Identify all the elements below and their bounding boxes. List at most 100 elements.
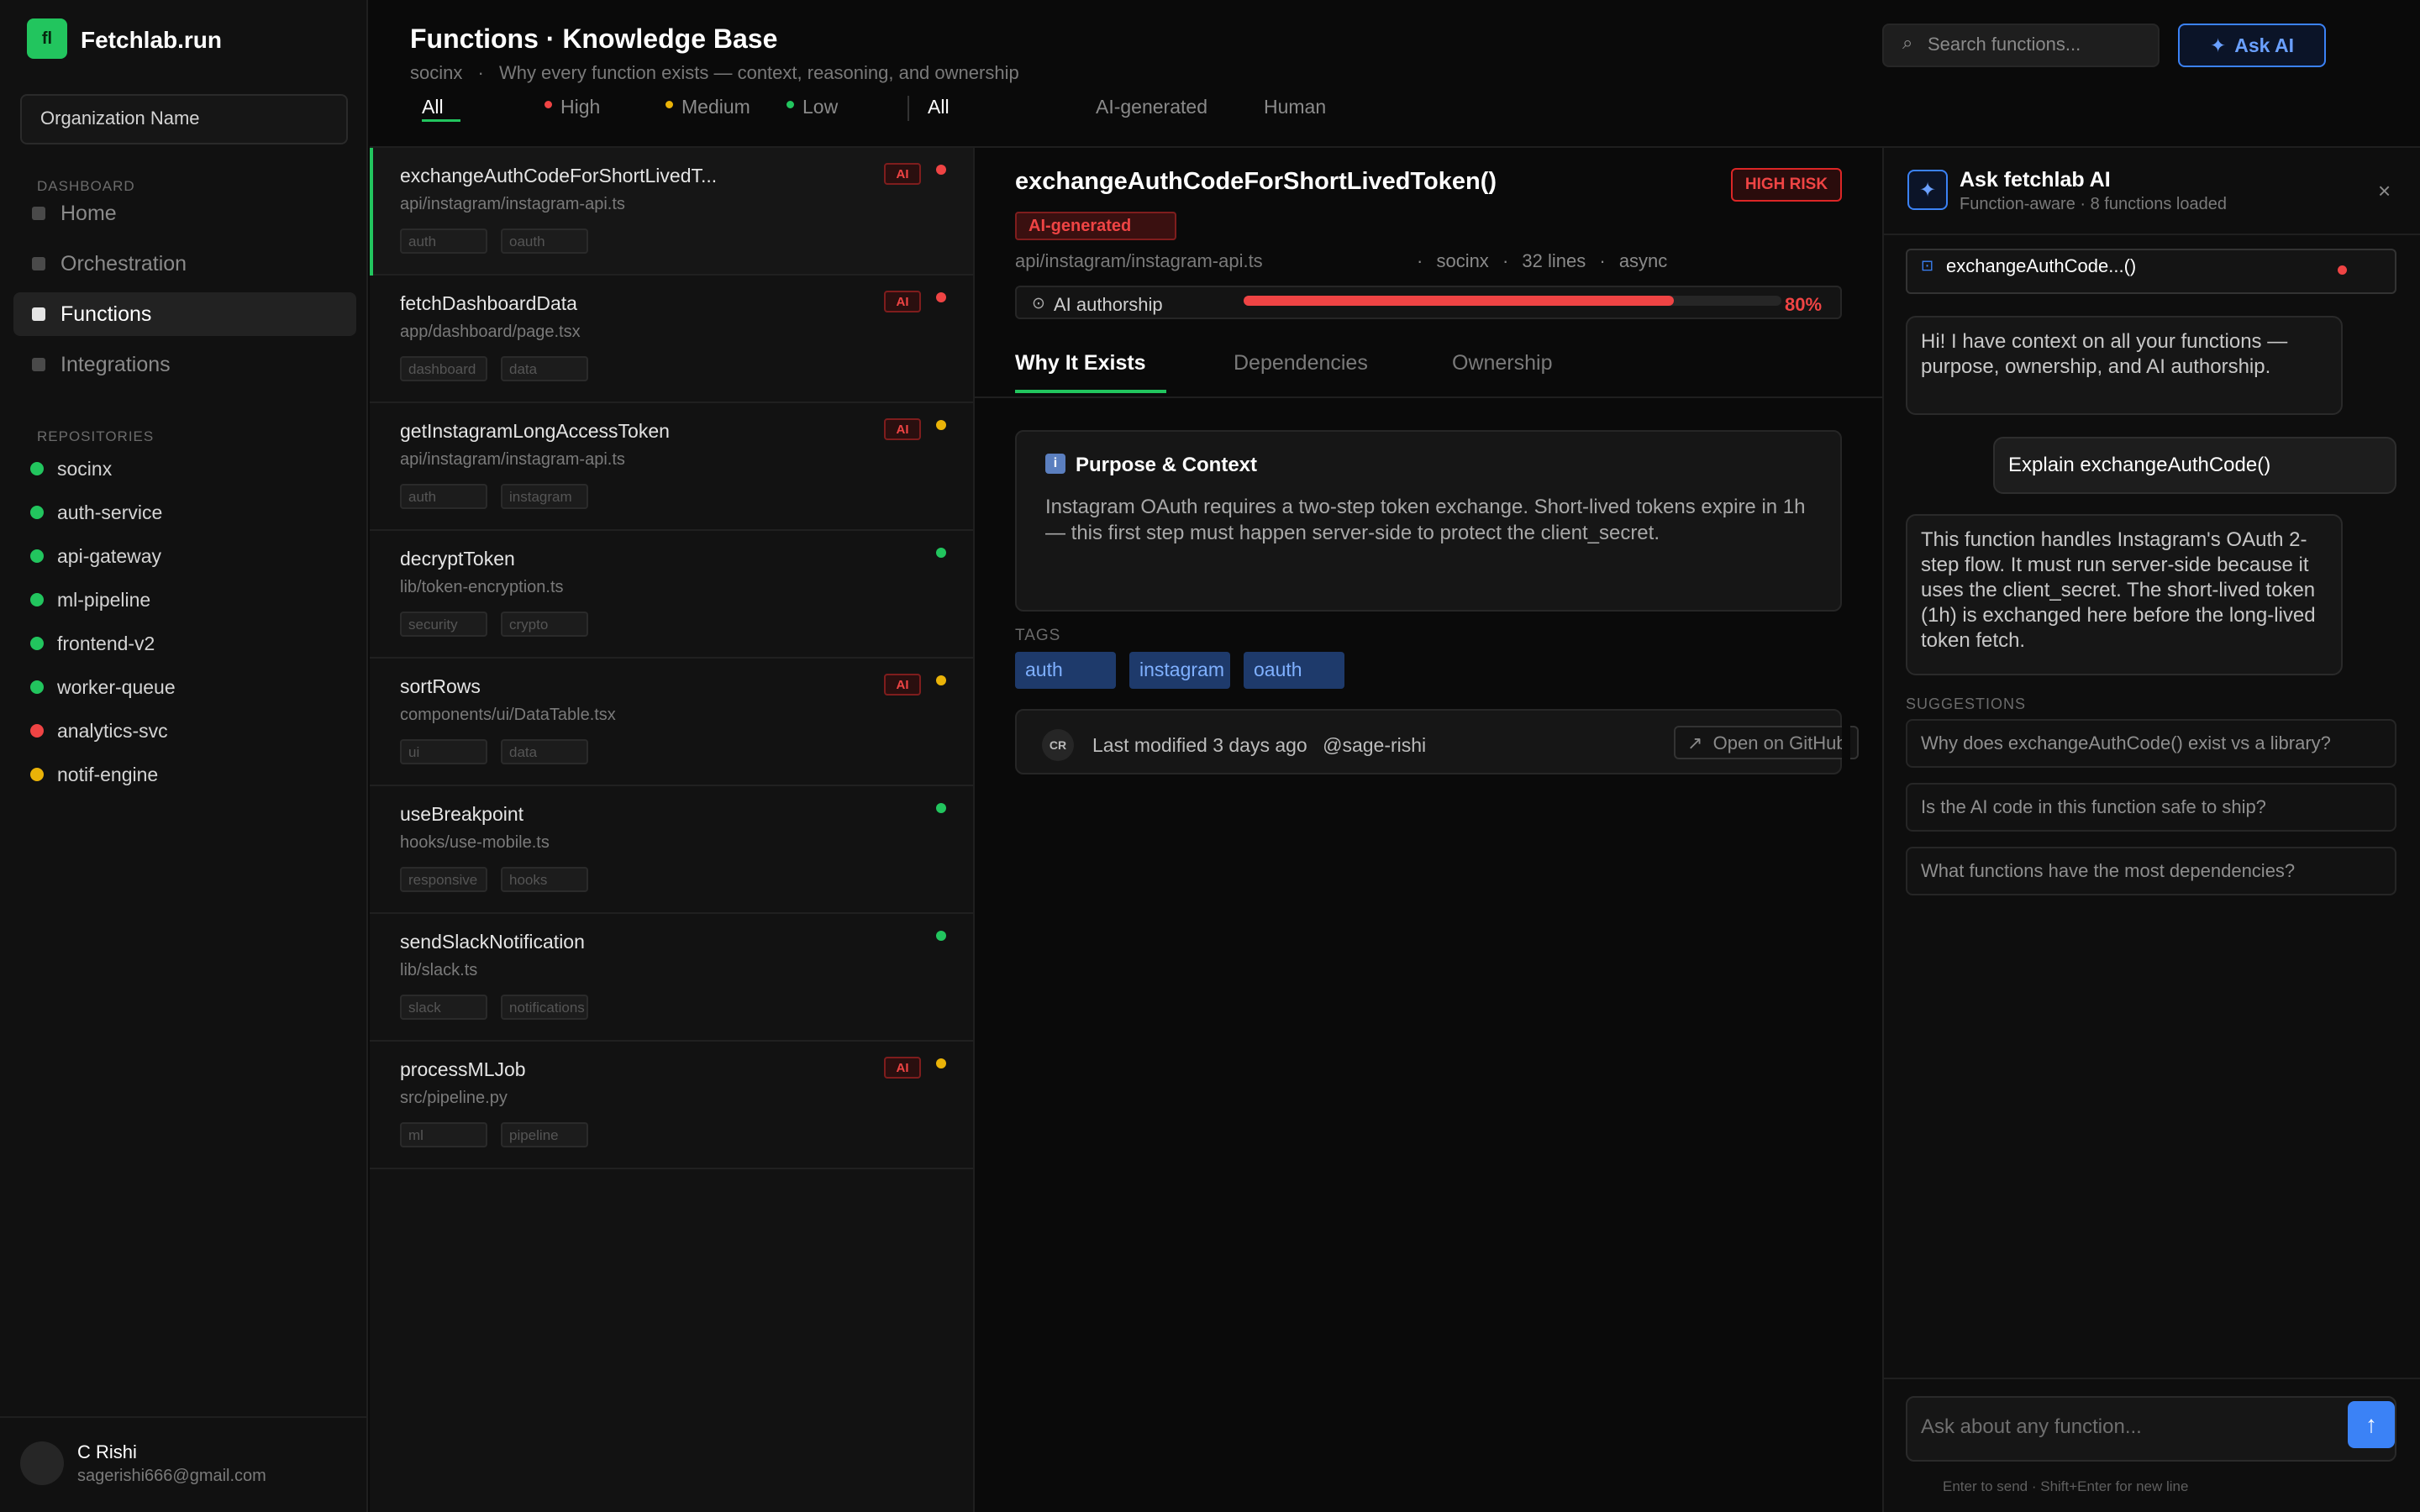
github-button-label: Open on GitHub xyxy=(1712,732,1847,753)
sidebar-item-integrations[interactable]: Integrations xyxy=(13,343,356,386)
function-list-item[interactable]: sortRows components/ui/DataTable.tsx ui … xyxy=(370,659,973,786)
repo-item[interactable]: socinx xyxy=(30,454,112,484)
repo-name: notif-engine xyxy=(57,763,159,785)
ask-ai-button[interactable]: ✦ Ask AI xyxy=(2178,24,2326,67)
open-on-github-button[interactable]: ↗ Open on GitHub xyxy=(1674,726,1859,759)
search-input[interactable] xyxy=(1926,30,2144,59)
avatar[interactable] xyxy=(20,1441,64,1485)
repo-item[interactable]: frontend-v2 xyxy=(30,628,155,659)
filter-label: Low xyxy=(802,96,839,118)
tag-chip[interactable]: instagram xyxy=(1129,652,1230,689)
low-risk-dot xyxy=(786,101,794,108)
function-tag: oauth xyxy=(501,228,588,254)
close-icon[interactable]: × xyxy=(2378,178,2391,204)
function-tag: ml xyxy=(400,1122,487,1147)
repo-item[interactable]: ml-pipeline xyxy=(30,585,150,615)
repo-name: worker-queue xyxy=(57,675,176,698)
meta-separator: · xyxy=(1417,250,1423,271)
user-name: C Rishi xyxy=(77,1441,137,1462)
risk-dot xyxy=(936,548,946,558)
send-button[interactable]: ↑ xyxy=(2348,1401,2395,1448)
repo-item[interactable]: api-gateway xyxy=(30,541,161,571)
tab-ownership[interactable]: Ownership xyxy=(1452,351,1553,375)
arrow-up-icon: ↑ xyxy=(2365,1411,2377,1437)
function-list-item[interactable]: decryptToken lib/token-encryption.ts sec… xyxy=(370,531,973,659)
ai-badge: AI xyxy=(884,163,921,185)
sidebar-item-label: Integrations xyxy=(60,352,171,376)
function-list-item[interactable]: useBreakpoint hooks/use-mobile.ts respon… xyxy=(370,786,973,914)
filter-author-ai[interactable]: AI-generated xyxy=(1096,96,1207,118)
filter-label: High xyxy=(560,96,601,118)
risk-dot xyxy=(936,803,946,813)
filter-author-human[interactable]: Human xyxy=(1264,96,1326,118)
search-icon: ⌕ xyxy=(1902,32,1913,53)
function-path: lib/slack.ts xyxy=(400,961,478,979)
ai-panel-subtitle: Function-aware · 8 functions loaded xyxy=(1960,195,2227,213)
tag-chip[interactable]: auth xyxy=(1015,652,1116,689)
filter-risk-low[interactable]: Low xyxy=(786,96,838,118)
repo-item[interactable]: auth-service xyxy=(30,497,162,528)
sidebar-item-orchestration[interactable]: Orchestration xyxy=(13,242,356,286)
filter-risk-medium[interactable]: Medium xyxy=(666,96,750,118)
functions-icon xyxy=(32,307,45,321)
app-logo[interactable]: fl xyxy=(27,18,67,59)
ai-chat-input[interactable] xyxy=(1919,1406,2331,1448)
function-list-item[interactable]: exchangeAuthCodeForShortLivedT... api/in… xyxy=(370,148,973,276)
repo-name: frontend-v2 xyxy=(57,632,155,654)
function-tag: instagram xyxy=(501,484,588,509)
filter-risk-high[interactable]: High xyxy=(544,96,600,118)
function-path: components/ui/DataTable.tsx xyxy=(400,706,616,724)
suggestion-button[interactable]: Why does exchangeAuthCode() exist vs a l… xyxy=(1906,719,2396,768)
ai-generated-badge: AI-generated xyxy=(1015,212,1176,240)
risk-dot xyxy=(936,931,946,941)
function-icon: ⊡ xyxy=(1921,257,1934,274)
info-icon: i xyxy=(1045,454,1065,474)
function-path: app/dashboard/page.tsx xyxy=(400,323,581,341)
function-path: api/instagram/instagram-api.ts xyxy=(400,450,625,469)
repo-name: ml-pipeline xyxy=(57,588,151,611)
function-name: processMLJob xyxy=(400,1058,526,1080)
suggestion-button[interactable]: What functions have the most dependencie… xyxy=(1906,847,2396,895)
app-name: Fetchlab.run xyxy=(81,27,223,53)
repo-item[interactable]: analytics-svc xyxy=(30,716,168,746)
tab-active-underline xyxy=(1015,390,1166,393)
function-tag: security xyxy=(400,612,487,637)
authorship-progress-fill xyxy=(1244,296,1674,306)
risk-dot xyxy=(936,675,946,685)
modified-by[interactable]: @sage-rishi xyxy=(1323,734,1426,756)
function-tag: dashboard xyxy=(400,356,487,381)
ai-badge: AI xyxy=(884,674,921,696)
function-detail-title: exchangeAuthCodeForShortLivedToken() xyxy=(1015,168,1497,195)
function-tag: hooks xyxy=(501,867,588,892)
filter-active-underline xyxy=(422,119,460,122)
sidebar-item-home[interactable]: Home xyxy=(13,192,356,235)
suggestion-button[interactable]: Is the AI code in this function safe to … xyxy=(1906,783,2396,832)
function-list-item[interactable]: sendSlackNotification lib/slack.ts slack… xyxy=(370,914,973,1042)
filter-author-all[interactable]: All xyxy=(928,96,950,118)
function-list-item[interactable]: getInstagramLongAccessToken api/instagra… xyxy=(370,403,973,531)
tags-label: TAGS xyxy=(1015,627,1061,644)
ai-badge: AI xyxy=(884,291,921,312)
tab-dependencies[interactable]: Dependencies xyxy=(1234,351,1368,375)
meta-repo: socinx xyxy=(1436,250,1489,271)
meta-kind: async xyxy=(1618,250,1668,271)
sidebar-item-functions[interactable]: Functions xyxy=(13,292,356,336)
tab-why-it-exists[interactable]: Why It Exists xyxy=(1015,351,1146,375)
repo-item[interactable]: notif-engine xyxy=(30,759,158,790)
meta-separator: · xyxy=(1502,250,1509,271)
function-name: sortRows xyxy=(400,675,481,697)
context-chip-label: exchangeAuthCode...() xyxy=(1946,255,2137,276)
function-list-item[interactable]: fetchDashboardData app/dashboard/page.ts… xyxy=(370,276,973,403)
tag-chip[interactable]: oauth xyxy=(1244,652,1344,689)
filter-risk-all[interactable]: All xyxy=(422,96,444,118)
function-name: getInstagramLongAccessToken xyxy=(400,420,670,442)
repo-status-dot xyxy=(30,462,44,475)
function-tag: data xyxy=(501,356,588,381)
repo-item[interactable]: worker-queue xyxy=(30,672,176,702)
function-name: decryptToken xyxy=(400,548,515,570)
assistant-message: Hi! I have context on all your functions… xyxy=(1906,316,2343,415)
function-tag: auth xyxy=(400,484,487,509)
function-list-item[interactable]: processMLJob src/pipeline.py ml pipeline… xyxy=(370,1042,973,1169)
function-tag: data xyxy=(501,739,588,764)
filter-separator xyxy=(908,96,909,121)
